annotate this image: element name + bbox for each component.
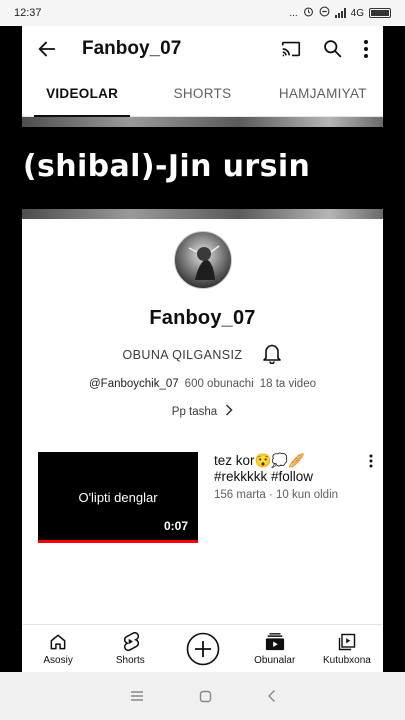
channel-meta: @Fanboychik_07 600 obunachi 18 ta video	[22, 378, 383, 390]
subscriber-count: 600 obunachi	[184, 378, 254, 390]
back-arrow-icon[interactable]	[22, 26, 72, 71]
channel-handle: @Fanboychik_07	[89, 378, 179, 390]
video-more-icon[interactable]	[369, 454, 373, 473]
cast-icon[interactable]	[280, 38, 302, 60]
channel-description[interactable]: Pp tasha	[172, 404, 233, 419]
chevron-right-icon	[225, 404, 233, 419]
home-button-icon[interactable]	[199, 690, 212, 703]
create-icon	[186, 632, 220, 666]
tab-hamjamiyat[interactable]: HAMJAMIYAT	[263, 71, 383, 116]
system-back-icon[interactable]	[267, 689, 276, 703]
nav-subscriptions-label: Obunalar	[254, 654, 296, 666]
watch-progress-bar	[38, 539, 198, 543]
tab-videolar[interactable]: VIDEOLAR	[22, 71, 142, 117]
banner-text: -(shibal)-Jin ursin	[22, 149, 311, 184]
signal-icon	[334, 8, 346, 18]
video-thumbnail[interactable]: O'lipti denglar 0:07	[38, 451, 198, 543]
youtube-app: Fanboy_07 VIDEOLAR SHORTS HAMJAMIYAT -(s…	[22, 26, 383, 672]
channel-avatar[interactable]	[173, 231, 232, 289]
more-vert-icon[interactable]	[363, 39, 369, 59]
nav-shorts-label: Shorts	[115, 654, 145, 666]
nav-library[interactable]: Kutubxona	[311, 625, 383, 672]
video-count: 18 ta video	[259, 378, 316, 390]
channel-header: Fanboy_07 OBUNA QILGANSIZ @Fanboychik_07…	[22, 231, 383, 420]
nav-library-label: Kutubxona	[323, 654, 371, 666]
banner-strip-top	[22, 117, 383, 127]
channel-name: Fanboy_07	[149, 307, 256, 329]
video-duration: 0:07	[163, 518, 188, 533]
banner-strip-bottom	[22, 209, 383, 219]
video-title: tez kor😯💭🥖 #rekkkkk #follow	[214, 453, 364, 485]
status-bar: 12:37 ... 4G	[0, 0, 405, 26]
network-type: 4G	[350, 7, 364, 19]
nav-shorts[interactable]: Shorts	[94, 625, 166, 672]
status-icons: ... 4G	[289, 6, 391, 20]
status-dots: ...	[289, 7, 298, 19]
shorts-icon	[121, 632, 140, 652]
tab-shorts[interactable]: SHORTS	[142, 71, 262, 116]
video-list-item[interactable]: O'lipti denglar 0:07 tez kor😯💭🥖 #rekkkkk…	[22, 451, 383, 543]
battery-icon	[369, 8, 391, 18]
home-icon	[48, 632, 68, 652]
status-time: 12:37	[14, 7, 42, 19]
alarm-icon	[303, 6, 314, 20]
nav-subscriptions[interactable]: Obunalar	[239, 625, 311, 672]
subscriptions-icon	[264, 632, 286, 652]
video-stats: 156 marta · 10 kun oldin	[214, 488, 339, 501]
video-title-line2: #rekkkkk #follow	[214, 468, 314, 484]
nav-home-label: Asosiy	[43, 654, 73, 666]
nav-create[interactable]	[166, 625, 238, 672]
video-title-line1: tez kor😯💭🥖	[214, 452, 305, 468]
top-app-bar: Fanboy_07	[22, 26, 383, 71]
header-actions	[280, 38, 383, 60]
channel-tabs: VIDEOLAR SHORTS HAMJAMIYAT	[22, 71, 383, 117]
video-info: tez kor😯💭🥖 #rekkkkk #follow 156 marta · …	[214, 452, 364, 540]
bell-icon[interactable]	[262, 342, 282, 369]
page-title: Fanboy_07	[82, 37, 182, 59]
thumbnail-text: O'lipti denglar	[78, 489, 158, 505]
dnd-icon	[319, 6, 330, 20]
description-text: Pp tasha	[171, 405, 218, 418]
system-navigation-bar	[0, 672, 405, 720]
channel-banner: -(shibal)-Jin ursin	[22, 117, 383, 219]
subscribed-button[interactable]: OBUNA QILGANSIZ	[123, 348, 243, 362]
library-icon	[337, 632, 357, 652]
bottom-navigation: Asosiy Shorts Obunalar Kutubxona	[22, 624, 383, 672]
subscribe-row: OBUNA QILGANSIZ	[22, 344, 383, 366]
nav-home[interactable]: Asosiy	[22, 625, 94, 672]
search-icon[interactable]	[322, 38, 343, 59]
recents-icon[interactable]	[130, 690, 144, 702]
